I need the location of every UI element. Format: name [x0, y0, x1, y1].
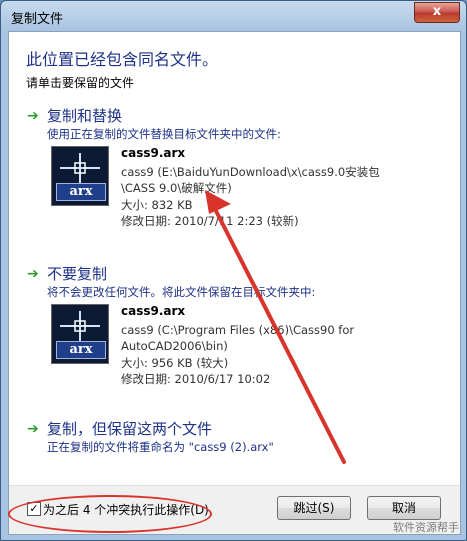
- title-bar[interactable]: 复制文件 x: [1, 1, 466, 31]
- close-button[interactable]: x: [414, 2, 460, 23]
- annotation-ellipse: [8, 495, 212, 533]
- skip-button[interactable]: 跳过(S): [277, 496, 351, 520]
- annotation-arrow: [205, 190, 346, 464]
- dialog-content: 此位置已经包含同名文件。 请单击要保留的文件 ➔ 复制和替换 使用正在复制的文件…: [8, 31, 461, 535]
- cancel-button[interactable]: 取消: [367, 496, 441, 520]
- watermark: 软件资源帮手: [393, 521, 459, 534]
- copy-file-dialog: 复制文件 x 此位置已经包含同名文件。 请单击要保留的文件 ➔ 复制和替换 使用…: [0, 0, 467, 541]
- window-title: 复制文件: [11, 12, 64, 27]
